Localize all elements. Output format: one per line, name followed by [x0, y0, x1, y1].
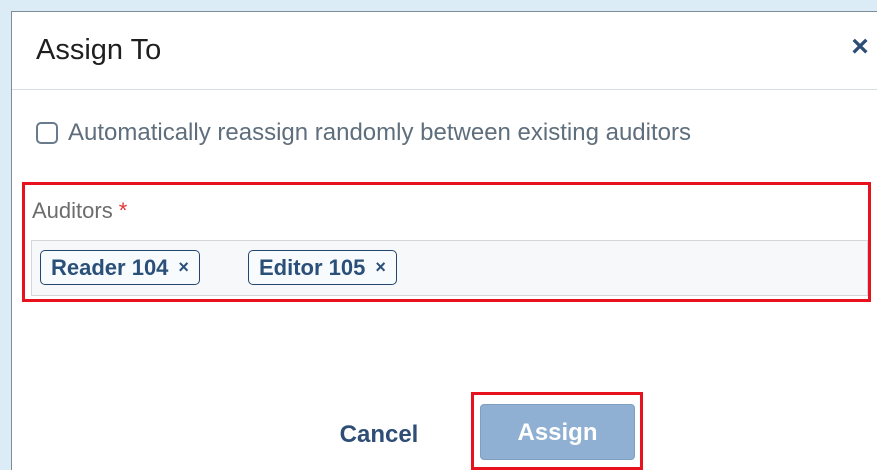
- auditor-tag-editor-105[interactable]: Editor 105 ×: [248, 250, 397, 285]
- assign-to-dialog: Assign To × Automatically reassign rando…: [11, 11, 877, 470]
- auto-reassign-row[interactable]: Automatically reassign randomly between …: [36, 118, 691, 148]
- dialog-header: Assign To ×: [12, 12, 877, 90]
- remove-tag-icon[interactable]: ×: [375, 257, 386, 278]
- auditor-tag-label: Editor 105: [259, 254, 366, 280]
- auditor-tag-reader-104[interactable]: Reader 104 ×: [40, 250, 200, 285]
- remove-tag-icon[interactable]: ×: [178, 257, 189, 278]
- auditors-label: Auditors *: [32, 197, 127, 225]
- auditors-tag-input[interactable]: Reader 104 × Editor 105 ×: [31, 240, 868, 296]
- required-marker: *: [118, 198, 128, 223]
- close-icon[interactable]: ×: [844, 31, 876, 63]
- auto-reassign-label[interactable]: Automatically reassign randomly between …: [68, 118, 691, 148]
- auto-reassign-checkbox[interactable]: [36, 122, 58, 144]
- auditor-tag-label: Reader 104: [51, 254, 169, 280]
- auditors-label-text: Auditors: [32, 198, 113, 223]
- assign-button[interactable]: Assign: [480, 404, 635, 460]
- dialog-title: Assign To: [36, 34, 162, 66]
- cancel-button[interactable]: Cancel: [324, 414, 434, 456]
